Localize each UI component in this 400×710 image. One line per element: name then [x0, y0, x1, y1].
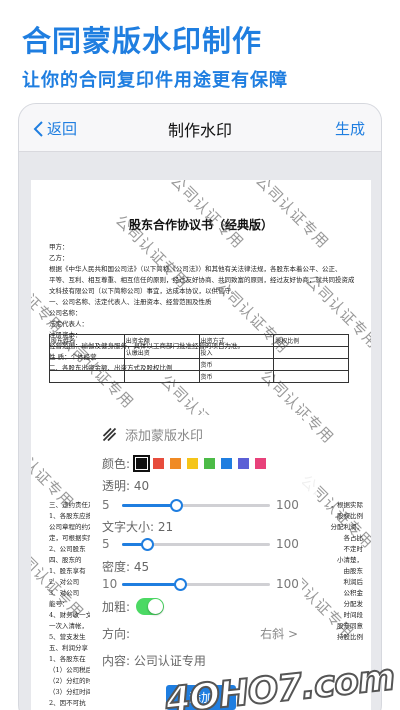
document-line: 根据《中华人民共和国公司法》（以下简称《公司法》）和其他有关法律法规，各股东本着… [49, 265, 342, 273]
color-swatch[interactable] [204, 458, 216, 469]
slider-track[interactable] [122, 537, 270, 551]
slider-thumb[interactable] [173, 577, 187, 591]
density-max: 100 [276, 577, 299, 591]
table-header-cell: 出资金额 [123, 334, 200, 347]
color-swatch[interactable] [255, 458, 267, 469]
color-swatch[interactable] [187, 458, 199, 469]
promo-subtitle: 让你的合同复印件用途更有保障 [22, 70, 288, 91]
font-size-label: 文字大小: 21 [102, 520, 174, 534]
panel-title: 添加蒙版水印 [125, 429, 204, 444]
toggle-knob [148, 599, 164, 614]
table-cell [273, 358, 349, 371]
table-cell: 投入 [198, 346, 275, 359]
color-swatch[interactable] [153, 458, 165, 469]
page-title: 制作水印 [167, 121, 232, 140]
color-swatches [133, 455, 267, 472]
bold-toggle[interactable] [136, 598, 165, 615]
opacity-min: 5 [102, 498, 110, 512]
slider-thumb[interactable] [140, 537, 154, 551]
font-size-slider[interactable]: 5 100 [102, 536, 299, 552]
density-label: 密度: 45 [102, 560, 150, 574]
brand-logo: 4OHO7.com [163, 656, 398, 710]
document-line: 乙方： [49, 254, 69, 262]
document-line: 小清楚， [337, 556, 363, 564]
color-picker: 颜色: [102, 455, 267, 472]
promo-title: 合同蒙版水印制作 [22, 24, 263, 58]
document-line: 一、公司名称、法定代表人、注册资本、经营范围及性质 [49, 298, 212, 306]
document-line: 不定时 [343, 545, 364, 553]
color-swatch[interactable] [221, 458, 233, 469]
document-line: 甲方： [49, 243, 69, 251]
opacity-max: 100 [276, 498, 299, 512]
opacity-label: 透明: 40 [102, 479, 150, 493]
document-line: 利润后 [343, 578, 364, 586]
document-line: 公司名称： [49, 309, 82, 317]
table-cell: 认缴出资 [123, 346, 200, 359]
slider-fill [122, 582, 180, 586]
generate-button[interactable]: 生成 [335, 118, 365, 139]
slider-thumb[interactable] [170, 498, 184, 512]
color-swatch[interactable] [133, 455, 151, 472]
slider-track[interactable] [122, 498, 270, 512]
color-swatch[interactable] [238, 458, 250, 469]
direction-value[interactable]: 右斜 > [260, 625, 298, 642]
hatch-icon [102, 427, 117, 442]
document-line: 由股东 [343, 567, 364, 575]
document-line: 法定代表人： [49, 320, 88, 328]
watermark-text: 公司认证专用 [31, 431, 78, 513]
bold-setting: 加粗: [102, 598, 165, 615]
bold-label: 加粗: [102, 600, 131, 614]
opacity-slider[interactable]: 5 100 [102, 497, 299, 513]
table-cell: 货币 [198, 358, 275, 371]
direction-setting[interactable]: 方向: 右斜 > [102, 625, 298, 642]
direction-label: 方向: [102, 627, 131, 641]
slider-track[interactable] [122, 577, 270, 591]
color-swatch[interactable] [170, 458, 182, 469]
table-cell [123, 358, 200, 371]
slider-fill [122, 503, 177, 507]
density-slider[interactable]: 10 100 [102, 576, 299, 592]
font-size-min: 5 [102, 537, 110, 551]
color-label: 颜色: [102, 457, 131, 471]
content-setting[interactable]: 内容: 公司认证专用 [102, 652, 206, 669]
density-min: 10 [102, 577, 118, 591]
panel-header: 添加蒙版水印 [102, 425, 203, 444]
font-size-max: 100 [276, 537, 299, 551]
nav-bar: 返回 制作水印 生成 [19, 104, 381, 152]
table-header-row: 股东姓名 出资金额 出资方式 股权比例 [49, 334, 349, 347]
